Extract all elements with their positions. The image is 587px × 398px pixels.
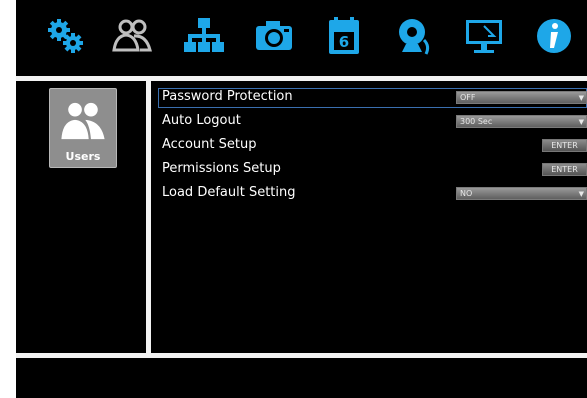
account-setup-enter-button[interactable]: ENTER	[542, 139, 587, 152]
sidebar-divider	[146, 81, 151, 353]
row-account-setup[interactable]: Account Setup ENTER	[158, 136, 587, 156]
chevron-down-icon: ▼	[578, 118, 584, 126]
load-default-setting-value: NO	[460, 189, 473, 198]
calendar-icon[interactable]: 6	[322, 14, 366, 58]
row-permissions-setup[interactable]: Permissions Setup ENTER	[158, 160, 587, 180]
monitor-icon[interactable]	[462, 14, 506, 58]
password-protection-select[interactable]: OFF ▼	[456, 91, 587, 104]
auto-logout-value: 300 Sec	[460, 117, 493, 126]
chevron-down-icon: ▼	[578, 190, 584, 198]
users-icon[interactable]	[110, 14, 154, 58]
permissions-setup-label: Permissions Setup	[162, 161, 281, 176]
sidebar-item-users[interactable]: Users	[49, 88, 117, 168]
auto-logout-label: Auto Logout	[162, 113, 241, 128]
row-password-protection[interactable]: Password Protection OFF ▼	[158, 88, 587, 108]
load-default-setting-select[interactable]: NO ▼	[456, 187, 587, 200]
load-default-setting-label: Load Default Setting	[162, 185, 296, 200]
top-divider	[16, 76, 587, 81]
alarm-icon[interactable]	[392, 14, 436, 58]
info-icon[interactable]	[532, 14, 576, 58]
bottom-divider	[16, 353, 587, 358]
top-nav-bar: 6	[16, 0, 587, 76]
password-protection-value: OFF	[460, 93, 476, 102]
chevron-down-icon: ▼	[578, 94, 584, 102]
network-icon[interactable]	[182, 14, 226, 58]
password-protection-label: Password Protection	[162, 89, 293, 104]
row-load-default-setting[interactable]: Load Default Setting NO ▼	[158, 184, 587, 204]
dvr-screen: 6 Users Password Protection OFF ▼ Auto L…	[16, 0, 587, 398]
sidebar-item-label: Users	[65, 150, 101, 163]
auto-logout-select[interactable]: 300 Sec ▼	[456, 115, 587, 128]
gears-icon[interactable]	[44, 14, 88, 58]
users-icon	[61, 102, 105, 140]
camera-icon[interactable]	[252, 14, 296, 58]
calendar-day: 6	[339, 33, 349, 51]
account-setup-label: Account Setup	[162, 137, 257, 152]
row-auto-logout[interactable]: Auto Logout 300 Sec ▼	[158, 112, 587, 132]
permissions-setup-enter-button[interactable]: ENTER	[542, 163, 587, 176]
